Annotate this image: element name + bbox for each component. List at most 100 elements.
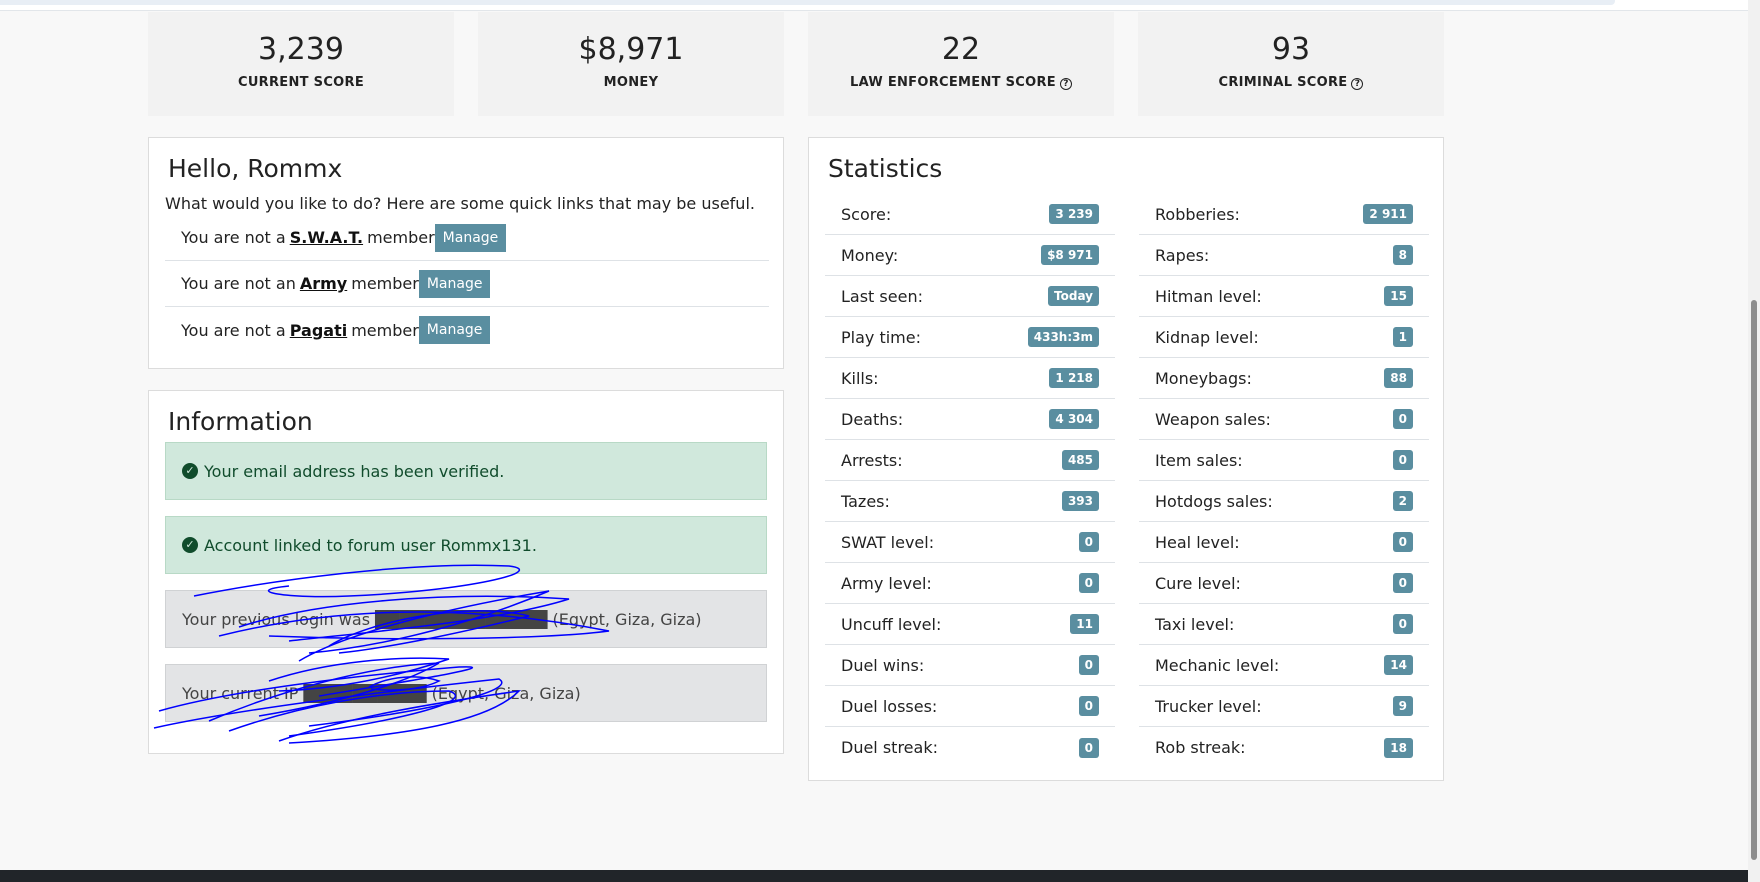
information-panel: Information ✓ Your email address has bee… bbox=[148, 390, 784, 754]
stat-badge: 0 bbox=[1078, 737, 1099, 758]
stat-row: Kidnap level: 1 bbox=[1139, 317, 1429, 358]
current-ip-alert: Your current IP ██████████ (Egypt, Giza,… bbox=[165, 664, 767, 722]
stat-label: Duel streak: bbox=[841, 738, 938, 757]
loading-bar bbox=[0, 0, 1615, 5]
stat-badge: 485 bbox=[1061, 450, 1099, 470]
stat-label: Hotdogs sales: bbox=[1155, 491, 1273, 511]
criminal-score-value: 93 bbox=[1271, 32, 1311, 67]
stat-label: Duel wins: bbox=[841, 655, 925, 675]
stat-label: Rapes: bbox=[1155, 245, 1210, 265]
membership-row-swat: You are not a S.W.A.T. member Manage bbox=[165, 215, 769, 261]
army-link[interactable]: Army bbox=[300, 274, 347, 293]
stat-badge: 0 bbox=[1392, 532, 1413, 552]
stat-label: Trucker level: bbox=[1155, 696, 1262, 716]
check-circle-icon: ✓ bbox=[182, 463, 198, 479]
stat-badge: 3 239 bbox=[1049, 204, 1099, 224]
stat-badge: 18 bbox=[1384, 737, 1413, 758]
stat-label: Rob streak: bbox=[1155, 738, 1246, 757]
stat-label: Army level: bbox=[841, 573, 932, 593]
swat-link[interactable]: S.W.A.T. bbox=[290, 228, 363, 247]
alert-text: Account linked to forum user Rommx131. bbox=[204, 535, 537, 555]
stat-badge: 0 bbox=[1392, 573, 1413, 593]
manage-army-button[interactable]: Manage bbox=[418, 269, 491, 298]
current-score-value: 3,239 bbox=[258, 32, 344, 67]
hello-title: Hello, Rommx bbox=[168, 154, 343, 183]
membership-row-pagati: You are not a Pagati member Manage bbox=[165, 307, 769, 353]
stat-label: Deaths: bbox=[841, 409, 904, 429]
alert-text: Your current IP ██████████ (Egypt, Giza,… bbox=[182, 683, 581, 703]
stat-row: Robberies: 2 911 bbox=[1139, 194, 1429, 235]
stat-label: Money: bbox=[841, 245, 899, 265]
stat-row: Trucker level: 9 bbox=[1139, 686, 1429, 727]
money-label: MONEY bbox=[603, 75, 659, 90]
stat-badge: 2 911 bbox=[1363, 204, 1413, 224]
stat-badge: 14 bbox=[1384, 655, 1413, 675]
stat-row: Moneybags: 88 bbox=[1139, 358, 1429, 399]
stat-row: SWAT level: 0 bbox=[825, 522, 1115, 563]
manage-pagati-button[interactable]: Manage bbox=[418, 316, 491, 344]
criminal-score-text: CRIMINAL SCORE bbox=[1218, 75, 1348, 90]
stat-badge: 1 218 bbox=[1049, 368, 1099, 388]
stat-badge: 1 bbox=[1392, 327, 1413, 347]
stat-row: Kills: 1 218 bbox=[825, 358, 1115, 399]
stat-badge: 88 bbox=[1384, 368, 1413, 388]
stat-badge: $8 971 bbox=[1041, 245, 1099, 265]
stat-row: Weapon sales: 0 bbox=[1139, 399, 1429, 440]
stat-label: Mechanic level: bbox=[1155, 655, 1280, 675]
previous-login-alert: Your previous login was ██████████████ (… bbox=[165, 590, 767, 648]
law-enforcement-score-card: 22 LAW ENFORCEMENT SCORE? bbox=[808, 12, 1114, 116]
statistics-right-column: Robberies: 2 911 Rapes: 8 Hitman level: 15 … bbox=[1139, 194, 1429, 768]
stat-badge: 433h:3m bbox=[1027, 327, 1099, 347]
stat-label: Taxi level: bbox=[1155, 614, 1235, 634]
stat-badge: 9 bbox=[1392, 696, 1413, 716]
membership-row-army: You are not an Army member Manage bbox=[165, 261, 769, 307]
help-circle-icon[interactable]: ? bbox=[1059, 78, 1072, 90]
stat-badge: 15 bbox=[1384, 286, 1413, 306]
stat-badge: Today bbox=[1048, 286, 1099, 306]
law-enforcement-score-value: 22 bbox=[941, 32, 981, 67]
manage-swat-button[interactable]: Manage bbox=[434, 223, 507, 252]
stat-label: Duel losses: bbox=[841, 696, 938, 716]
help-circle-icon[interactable]: ? bbox=[1351, 78, 1364, 90]
stat-badge: 0 bbox=[1392, 450, 1413, 470]
stat-label: Tazes: bbox=[841, 491, 890, 511]
stat-label: Weapon sales: bbox=[1155, 409, 1271, 429]
stat-label: Play time: bbox=[841, 327, 921, 347]
stat-row: Rapes: 8 bbox=[1139, 235, 1429, 276]
stat-row: Score: 3 239 bbox=[825, 194, 1115, 235]
statistics-title: Statistics bbox=[828, 154, 943, 183]
criminal-score-card: 93 CRIMINAL SCORE? bbox=[1138, 12, 1444, 116]
stat-label: Uncuff level: bbox=[841, 614, 942, 634]
money-value: $8,971 bbox=[578, 32, 684, 67]
stat-badge: 2 bbox=[1392, 491, 1413, 511]
stat-label: Arrests: bbox=[841, 450, 903, 470]
law-enforcement-score-label: LAW ENFORCEMENT SCORE? bbox=[808, 75, 1114, 90]
stat-label: Kidnap level: bbox=[1155, 327, 1259, 347]
stat-row: Duel wins: 0 bbox=[825, 645, 1115, 686]
membership-prefix: You are not an bbox=[181, 274, 296, 293]
pagati-link[interactable]: Pagati bbox=[290, 321, 347, 340]
stat-row: Uncuff level: 11 bbox=[825, 604, 1115, 645]
stat-row: Heal level: 0 bbox=[1139, 522, 1429, 563]
stat-badge: 0 bbox=[1078, 573, 1099, 593]
statistics-left-column: Score: 3 239 Money: $8 971 Last seen: Today… bbox=[825, 194, 1115, 768]
law-enforcement-score-text: LAW ENFORCEMENT SCORE bbox=[850, 75, 1056, 90]
stat-row: Last seen: Today bbox=[825, 276, 1115, 317]
stat-label: SWAT level: bbox=[841, 532, 935, 552]
page-scrollbar[interactable] bbox=[1748, 0, 1760, 882]
stat-row: Deaths: 4 304 bbox=[825, 399, 1115, 440]
membership-suffix: member bbox=[367, 228, 435, 247]
stat-row: Tazes: 393 bbox=[825, 481, 1115, 522]
money-card: $8,971 MONEY bbox=[478, 12, 784, 116]
stat-row: Taxi level: 0 bbox=[1139, 604, 1429, 645]
stat-badge: 0 bbox=[1078, 696, 1099, 716]
information-title: Information bbox=[168, 407, 313, 436]
forum-linked-alert: ✓ Account linked to forum user Rommx131. bbox=[165, 516, 767, 574]
browser-top-strip bbox=[0, 0, 1748, 11]
stat-badge: 0 bbox=[1392, 614, 1413, 634]
stat-badge: 11 bbox=[1070, 614, 1099, 634]
stat-label: Heal level: bbox=[1155, 532, 1240, 552]
scrollbar-thumb[interactable] bbox=[1751, 300, 1757, 860]
stat-row: Arrests: 485 bbox=[825, 440, 1115, 481]
stat-row: Item sales: 0 bbox=[1139, 440, 1429, 481]
